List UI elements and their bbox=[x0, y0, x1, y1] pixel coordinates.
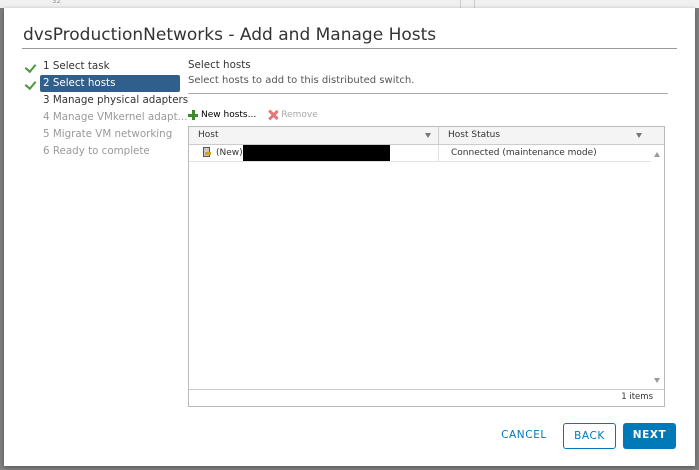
filter-icon[interactable] bbox=[425, 133, 431, 138]
hosts-grid: Host Host Status (New) Connected (mainte… bbox=[188, 126, 665, 407]
step-label: 1 Select task bbox=[43, 60, 110, 72]
cell-host: (New) bbox=[189, 145, 439, 161]
step-select-task[interactable]: 1 Select task bbox=[24, 58, 180, 75]
background-divider bbox=[474, 0, 475, 8]
step-ready-to-complete: 6 Ready to complete bbox=[24, 143, 180, 160]
remove-button[interactable]: Remove bbox=[268, 110, 318, 120]
step-select-hosts[interactable]: 2 Select hosts bbox=[24, 75, 180, 92]
plus-icon bbox=[188, 110, 198, 120]
title-divider bbox=[22, 48, 677, 49]
section-title: Select hosts bbox=[188, 59, 251, 71]
section-divider bbox=[188, 93, 668, 94]
background-window: 32 bbox=[0, 0, 699, 8]
step-manage-physical-adapters[interactable]: 3 Manage physical adapters bbox=[24, 92, 188, 109]
section-description: Select hosts to add to this distributed … bbox=[188, 75, 415, 86]
step-label: 4 Manage VMkernel adapt... bbox=[43, 111, 188, 123]
back-button[interactable]: BACK bbox=[563, 423, 616, 449]
check-icon bbox=[24, 60, 37, 74]
column-header-host[interactable]: Host bbox=[189, 127, 439, 144]
scroll-up-icon[interactable] bbox=[654, 152, 660, 157]
hosts-toolbar: New hosts... Remove bbox=[188, 108, 330, 122]
step-migrate-vm-networking: 5 Migrate VM networking bbox=[24, 126, 180, 143]
cancel-button[interactable]: CANCEL bbox=[498, 423, 550, 449]
grid-header: Host Host Status bbox=[189, 127, 664, 145]
table-row[interactable]: (New) Connected (maintenance mode) bbox=[189, 145, 651, 162]
step-manage-vmkernel-adapters: 4 Manage VMkernel adapt... bbox=[24, 109, 187, 126]
cell-host-status: Connected (maintenance mode) bbox=[451, 148, 597, 158]
step-label: 2 Select hosts bbox=[43, 77, 116, 89]
add-manage-hosts-dialog: dvsProductionNetworks - Add and Manage H… bbox=[4, 8, 695, 466]
step-label: 5 Migrate VM networking bbox=[43, 128, 173, 140]
background-number: 32 bbox=[52, 0, 61, 5]
background-divider bbox=[460, 0, 461, 8]
remove-icon bbox=[268, 110, 278, 120]
column-header-host-status[interactable]: Host Status bbox=[439, 127, 664, 144]
next-button[interactable]: NEXT bbox=[623, 423, 676, 449]
filter-icon[interactable] bbox=[636, 133, 642, 138]
scroll-down-icon[interactable] bbox=[654, 378, 660, 383]
wizard-steps: 1 Select task 2 Select hosts 3 Manage ph… bbox=[24, 58, 188, 160]
check-icon bbox=[24, 77, 37, 91]
grid-footer: 1 items bbox=[189, 389, 664, 406]
items-count: 1 items bbox=[621, 392, 653, 402]
new-host-label: (New) bbox=[216, 148, 243, 158]
new-hosts-button[interactable]: New hosts... bbox=[188, 110, 256, 120]
host-icon bbox=[203, 147, 211, 157]
step-content: Select hosts Select hosts to add to this… bbox=[188, 58, 668, 94]
grid-scrollbar[interactable] bbox=[650, 145, 664, 389]
step-label: 6 Ready to complete bbox=[43, 145, 150, 157]
dialog-title: dvsProductionNetworks - Add and Manage H… bbox=[23, 25, 437, 45]
step-label: 3 Manage physical adapters bbox=[43, 94, 189, 106]
redacted-hostname bbox=[243, 145, 390, 161]
